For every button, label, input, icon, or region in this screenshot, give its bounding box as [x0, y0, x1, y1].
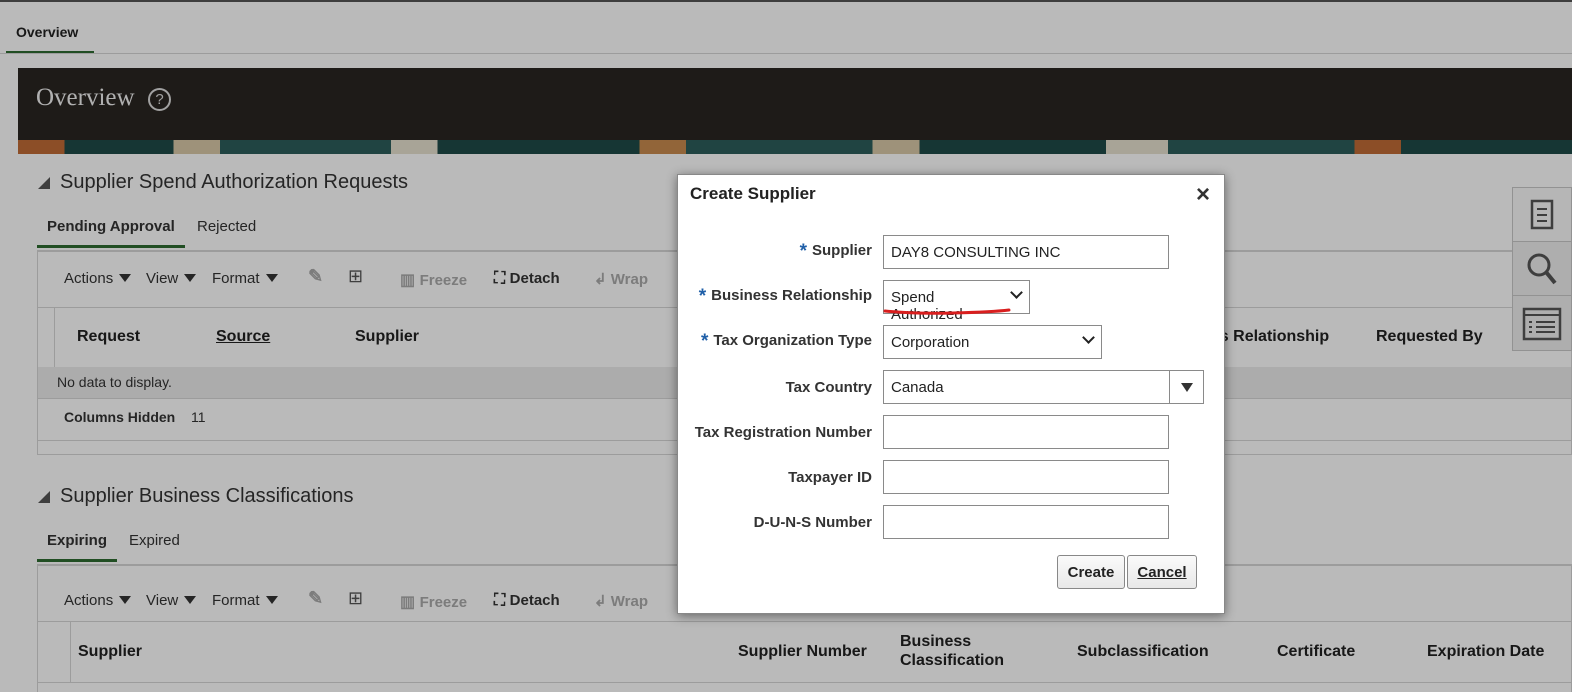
- tax-org-type-value: Corporation: [891, 334, 970, 351]
- duns-number-input[interactable]: [883, 505, 1169, 539]
- tax-registration-number-input[interactable]: [883, 415, 1169, 449]
- required-marker: *: [799, 241, 807, 262]
- supplier-input[interactable]: DAY8 CONSULTING INC: [883, 235, 1169, 269]
- business-relationship-label: * Business Relationship: [698, 286, 872, 307]
- tax-registration-number-label: Tax Registration Number: [694, 424, 872, 441]
- duns-number-label: D-U-N-S Number: [753, 514, 872, 531]
- tax-org-type-select[interactable]: Corporation: [883, 325, 1102, 359]
- close-icon[interactable]: ×: [1196, 181, 1210, 209]
- required-marker: *: [698, 286, 707, 307]
- chevron-down-icon: [1010, 286, 1023, 299]
- create-supplier-dialog: Create Supplier × * Supplier DAY8 CONSULT…: [677, 174, 1225, 614]
- create-button[interactable]: Create: [1057, 555, 1125, 589]
- chevron-down-icon: [1082, 331, 1095, 344]
- tax-country-value: Canada: [891, 379, 944, 396]
- supplier-label: * Supplier: [799, 241, 872, 262]
- combobox-dropdown-icon[interactable]: [1169, 371, 1203, 403]
- dialog-title: Create Supplier: [690, 184, 816, 203]
- cancel-button[interactable]: Cancel: [1127, 555, 1197, 589]
- taxpayer-id-label: Taxpayer ID: [788, 469, 872, 486]
- red-underline-annotation: [883, 308, 1011, 315]
- taxpayer-id-input[interactable]: [883, 460, 1169, 494]
- tax-country-label: Tax Country: [785, 379, 872, 396]
- tax-org-type-label: * Tax Organization Type: [700, 331, 872, 352]
- required-marker: *: [700, 331, 709, 352]
- tax-country-combobox[interactable]: Canada: [883, 370, 1204, 404]
